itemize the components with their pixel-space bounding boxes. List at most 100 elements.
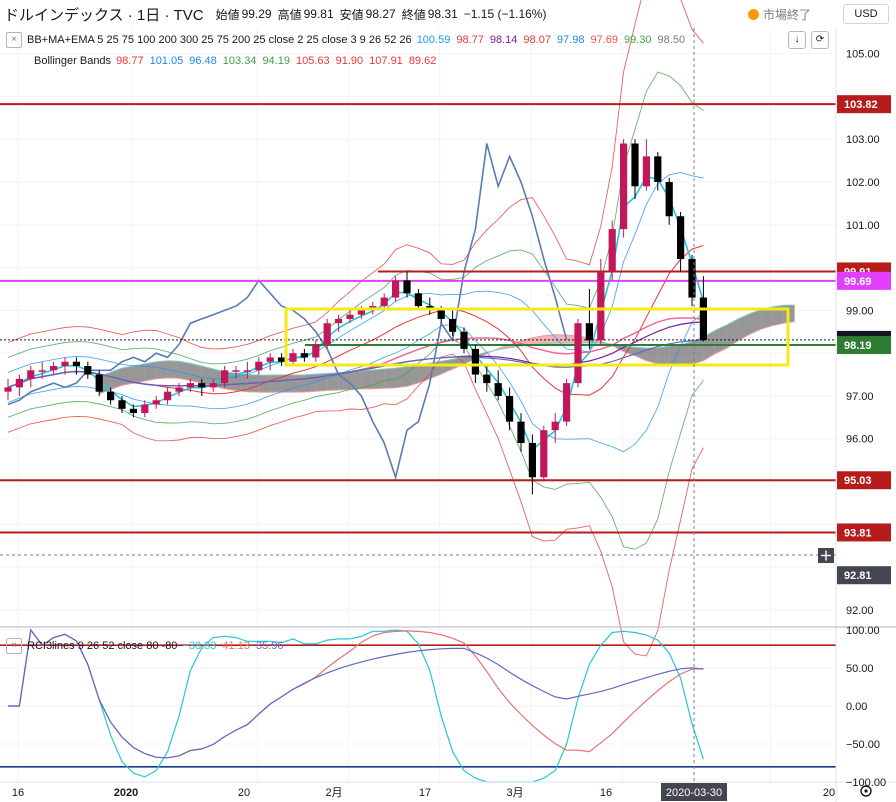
candle-body — [61, 361, 69, 367]
horizontal-levels — [0, 103, 836, 534]
currency-button[interactable]: USD — [843, 4, 889, 24]
price-badge-label: 99.69 — [844, 276, 872, 288]
cloud-segment — [657, 346, 670, 365]
bb-ma-ema-value: 98.50 — [657, 34, 686, 46]
bollinger-value: 89.62 — [408, 55, 437, 67]
rci-value: 41.13 — [222, 640, 250, 652]
candle-body — [699, 297, 707, 340]
indicator-name: RCI3lines 9 26 52 close 80 -80 — [27, 640, 178, 652]
indicator-values: 98.77 101.05 96.48 103.34 94.19 105.63 91.90 10… — [116, 55, 442, 67]
candle-body — [243, 370, 251, 372]
candle-body — [437, 310, 445, 319]
price-tick-label: 99.00 — [846, 305, 874, 317]
candle-body — [608, 229, 616, 272]
candle-body — [665, 182, 673, 217]
rci-axis[interactable]: 100.00 50.00 0.00 −50.00 −100.00 — [846, 625, 886, 789]
arrow-down-icon[interactable]: ↓ — [788, 31, 806, 49]
refresh-icon[interactable]: ⟳ — [811, 31, 829, 49]
candle-body — [506, 395, 514, 422]
candle-body — [642, 156, 650, 187]
candle-body — [27, 370, 35, 379]
indicator-rci[interactable]: × RCI3lines 9 26 52 close 80 -80 −38.33 4… — [6, 638, 289, 654]
price-badge-label: 93.81 — [844, 527, 872, 539]
bb-ma-ema-value: 97.98 — [556, 34, 585, 46]
chart-canvas[interactable]: 105.00 103.00 102.00 101.00 99.00 97.00 96.00 9… — [0, 0, 896, 802]
cloud-segment — [669, 344, 681, 366]
candle-body — [460, 331, 468, 349]
plus-icon[interactable] — [818, 548, 834, 563]
candle-body — [50, 366, 58, 371]
candle-body — [563, 383, 571, 422]
candle-body — [471, 348, 479, 375]
market-status-label: 市場終了 — [763, 8, 812, 22]
candle-body — [175, 387, 183, 392]
indicator-name: BB+MA+EMA 5 25 75 100 200 300 25 75 200 … — [27, 34, 412, 46]
candle-body — [540, 430, 548, 478]
close-label: 終値 — [401, 7, 426, 22]
candle-body — [620, 143, 628, 230]
eye-off-icon[interactable]: × — [6, 32, 22, 48]
price-tick-label: 96.00 — [846, 434, 874, 446]
bollinger-value: 105.63 — [295, 55, 330, 67]
time-tick-label: 2月 — [325, 787, 342, 799]
time-tick-label: 3月 — [506, 787, 523, 799]
candle-body — [585, 323, 593, 341]
bb-ma-ema-value: 100.59 — [416, 34, 451, 46]
open-value: 99.29 — [241, 7, 272, 21]
time-tick-label: 20 — [238, 787, 250, 799]
candle-body — [677, 216, 685, 260]
price-tick-label: 105.00 — [846, 49, 880, 61]
eye-off-icon[interactable]: × — [6, 638, 22, 654]
indicator-values: −38.33 41.13 35.96 — [182, 640, 289, 652]
candle-body — [494, 383, 502, 396]
candle-body — [84, 366, 92, 375]
indicator-bb-ma-ema[interactable]: × BB+MA+EMA 5 25 75 100 200 300 25 75 20… — [6, 32, 691, 48]
bollinger-value: 103.34 — [222, 55, 257, 67]
candle-body — [403, 280, 411, 294]
time-axis[interactable]: 16 2020 20 2月 17 3月 16 202020-03-30 — [12, 783, 835, 801]
cloud-segment — [156, 360, 168, 379]
price-badge-label: 103.82 — [844, 99, 878, 111]
indicator-bollinger[interactable]: Bollinger Bands 98.77 101.05 96.48 103.34 94… — [6, 55, 442, 67]
candle-body — [357, 310, 365, 315]
candle-body — [164, 391, 172, 401]
bollinger-value: 107.91 — [369, 55, 403, 67]
cloud-segment — [201, 366, 214, 386]
candle-body — [654, 156, 662, 183]
cloud-segment — [190, 363, 202, 384]
indicator-values: 100.59 98.77 98.14 98.07 97.98 97.69 99.30 98.5… — [417, 34, 691, 46]
candle-body — [335, 318, 343, 324]
symbol-title[interactable]: ドルインデックス · 1日 · TVC — [4, 4, 204, 25]
change-value: −1.15 (−1.16%) — [463, 7, 547, 21]
price-tick-label: 102.00 — [846, 177, 880, 189]
candle-body — [107, 391, 115, 401]
price-tick-label: 101.00 — [846, 220, 880, 232]
bb-ma-ema-value: 98.07 — [523, 34, 551, 46]
candlesticks — [4, 139, 707, 495]
candle-body — [414, 293, 422, 307]
candle-body — [95, 374, 103, 392]
time-tick-label: 16 — [600, 787, 612, 799]
bb-ma-ema-value: 98.14 — [489, 34, 518, 46]
candle-body — [517, 421, 525, 444]
price-tick-label: 103.00 — [846, 134, 880, 146]
chart-header: ドルインデックス · 1日 · TVC 始値 99.29 高値 99.81 安値… — [0, 0, 836, 28]
candle-body — [300, 353, 308, 358]
open-label: 始値 — [215, 7, 240, 22]
cloud-segment — [258, 375, 271, 393]
candle-body — [483, 374, 491, 384]
rci-tick-label: −50.00 — [846, 739, 880, 751]
candle-body — [346, 314, 354, 319]
indicator-name: Bollinger Bands — [34, 55, 112, 67]
candle-body — [266, 357, 274, 362]
candle-body — [323, 323, 331, 345]
rci-tick-label: 0.00 — [846, 701, 867, 713]
bollinger-value: 91.90 — [335, 55, 364, 67]
candle-body — [38, 370, 46, 372]
candle-body — [289, 353, 297, 362]
rci-tick-label: 50.00 — [846, 663, 874, 675]
time-tick-label: 20 — [823, 787, 835, 799]
cloud-segment — [179, 361, 191, 381]
price-tick-label: 92.00 — [846, 605, 874, 617]
candle-body — [118, 400, 126, 409]
